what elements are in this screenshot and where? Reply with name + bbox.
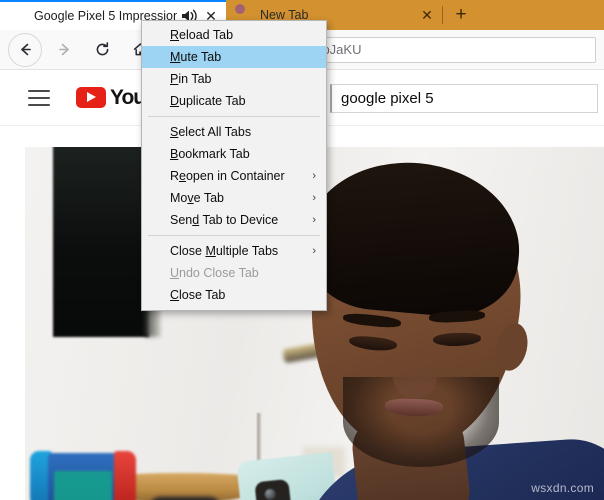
- video-person-nose: [393, 353, 437, 399]
- watermark: wsxdn.com: [531, 481, 594, 495]
- tab-strip-empty-area[interactable]: [479, 0, 604, 30]
- youtube-icon: [10, 8, 26, 24]
- menu-item-label: Reopen in Container: [170, 169, 285, 183]
- menu-item-reopen-in-container[interactable]: Reopen in Container ›: [142, 165, 326, 187]
- menu-item-label: Undo Close Tab: [170, 266, 259, 280]
- video-game-console: [30, 449, 138, 500]
- menu-item-close-tab[interactable]: Close Tab: [142, 284, 326, 306]
- menu-item-label: Mute Tab: [170, 50, 222, 64]
- chevron-right-icon: ›: [312, 192, 316, 204]
- search-input-value: google pixel 5: [341, 90, 434, 107]
- search-input[interactable]: google pixel 5: [330, 84, 598, 113]
- youtube-play-icon: [76, 87, 106, 108]
- menu-item-move-tab[interactable]: Move Tab ›: [142, 187, 326, 209]
- close-icon[interactable]: ✕: [418, 6, 436, 24]
- video-dark-panel: [53, 147, 149, 337]
- menu-separator: [148, 116, 320, 117]
- menu-item-label: Bookmark Tab: [170, 147, 250, 161]
- menu-item-label: Move Tab: [170, 191, 224, 205]
- menu-item-undo-close-tab: Undo Close Tab: [142, 262, 326, 284]
- hamburger-menu-icon[interactable]: [28, 89, 50, 106]
- menu-item-send-tab-to-device[interactable]: Send Tab to Device ›: [142, 209, 326, 231]
- browser-window: Google Pixel 5 Impressions: ✕ New Tab ✕ …: [0, 0, 604, 500]
- menu-item-reload-tab[interactable]: Reload Tab: [142, 24, 326, 46]
- menu-item-close-multiple-tabs[interactable]: Close Multiple Tabs ›: [142, 240, 326, 262]
- reload-button-icon[interactable]: [86, 34, 118, 66]
- menu-item-pin-tab[interactable]: Pin Tab: [142, 68, 326, 90]
- menu-separator: [148, 235, 320, 236]
- menu-item-bookmark-tab[interactable]: Bookmark Tab: [142, 143, 326, 165]
- menu-item-label: Pin Tab: [170, 72, 212, 86]
- menu-item-label: Select All Tabs: [170, 125, 252, 139]
- chevron-right-icon: ›: [312, 214, 316, 226]
- back-button-icon[interactable]: [8, 32, 42, 67]
- menu-item-label: Close Tab: [170, 288, 226, 302]
- menu-item-label: Reload Tab: [170, 28, 234, 42]
- menu-item-select-all-tabs[interactable]: Select All Tabs: [142, 121, 326, 143]
- menu-item-label: Close Multiple Tabs: [170, 244, 279, 258]
- new-tab-button[interactable]: +: [443, 0, 479, 30]
- tab-context-menu[interactable]: Reload Tab Mute Tab Pin Tab Duplicate Tab Se…: [141, 20, 327, 311]
- menu-item-label: Send Tab to Device: [170, 213, 279, 227]
- chevron-right-icon: ›: [312, 170, 316, 182]
- menu-item-mute-tab[interactable]: Mute Tab: [142, 46, 326, 68]
- forward-button-icon: [48, 34, 80, 66]
- menu-item-label: Duplicate Tab: [170, 94, 246, 108]
- chevron-right-icon: ›: [312, 245, 316, 257]
- menu-item-duplicate-tab[interactable]: Duplicate Tab: [142, 90, 326, 112]
